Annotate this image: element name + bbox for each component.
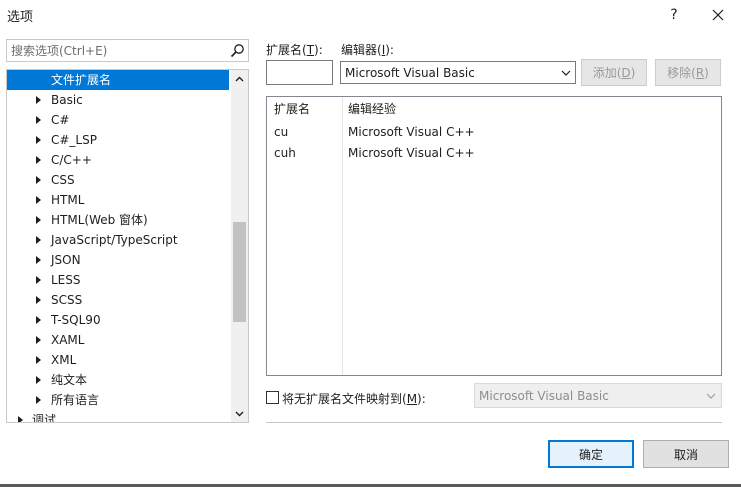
extension-list: 扩展名 编辑经验 cu Microsoft Visual C++ cuh Mic… [266,96,722,376]
column-header-editor[interactable]: 编辑经验 [348,99,396,120]
tree-item-basic[interactable]: Basic [7,90,229,110]
list-item-extension: cu [274,125,289,139]
options-tree: 文件扩展名 Basic C# C#_LSP C/C++ CSS HTML HTM… [6,69,249,423]
tree-item-javascript-typescript[interactable]: JavaScript/TypeScript [7,230,229,250]
chevron-down-icon [706,393,716,399]
map-editor-select-value: Microsoft Visual Basic [479,389,609,403]
tree-item-csharp-lsp[interactable]: C#_LSP [7,130,229,150]
map-editor-select[interactable]: Microsoft Visual Basic [474,383,722,408]
tree-item-label: HTML(Web 窗体) [51,213,148,227]
help-icon: ? [670,7,678,23]
expand-arrow-icon[interactable] [36,336,41,344]
tree-item-all-languages[interactable]: 所有语言 [7,390,229,410]
tree-item-label: HTML [51,193,85,207]
title-bar: 选项 ? [0,0,741,30]
tree-item-label: T-SQL90 [51,313,101,327]
expand-arrow-icon[interactable] [36,396,41,404]
tree-item-css[interactable]: CSS [7,170,229,190]
column-header-extension[interactable]: 扩展名 [274,99,310,120]
tree-item-tsql90[interactable]: T-SQL90 [7,310,229,330]
divider [266,422,722,423]
scroll-down-button[interactable] [231,405,248,422]
scroll-up-button[interactable] [231,70,248,87]
tree-scrollbar[interactable] [231,70,248,422]
ok-button[interactable]: 确定 [548,440,634,468]
tree-item-label: JavaScript/TypeScript [51,233,178,247]
cancel-button[interactable]: 取消 [643,440,729,468]
expand-arrow-icon[interactable] [36,276,41,284]
tree-item-label: CSS [51,173,75,187]
list-item[interactable]: cuh Microsoft Visual C++ [267,143,721,164]
search-input[interactable] [7,40,227,61]
map-extensionless-checkbox[interactable] [266,391,279,404]
tree-item-json[interactable]: JSON [7,250,229,270]
expand-arrow-icon[interactable] [36,236,41,244]
list-item-extension: cuh [274,146,296,160]
tree-item-debugging[interactable]: 调试 [7,410,229,423]
expand-arrow-icon[interactable] [36,376,41,384]
tree-item-label: 文件扩展名 [51,73,112,87]
chevron-up-icon [235,76,244,81]
tree-item-label: C/C++ [51,153,92,167]
tree-item-label: XAML [51,333,85,347]
tree-item-plain-text[interactable]: 纯文本 [7,370,229,390]
tree-item-xaml[interactable]: XAML [7,330,229,350]
expand-arrow-icon[interactable] [36,316,41,324]
extension-label: 扩展名(T): [266,43,323,57]
list-item-editor: Microsoft Visual C++ [348,125,475,139]
expand-arrow-icon[interactable] [36,256,41,264]
expand-arrow-icon[interactable] [36,296,41,304]
help-button[interactable]: ? [658,3,690,27]
tree-item-cpp[interactable]: C/C++ [7,150,229,170]
search-icon[interactable] [230,43,245,58]
tree-item-label: 纯文本 [51,373,88,387]
list-item-editor: Microsoft Visual C++ [348,146,475,160]
tree-item-label: JSON [51,253,81,267]
expand-arrow-icon[interactable] [36,196,41,204]
expand-arrow-icon[interactable] [36,216,41,224]
tree-item-less[interactable]: LESS [7,270,229,290]
tree-item-scss[interactable]: SCSS [7,290,229,310]
tree-item-label: C#_LSP [51,133,97,147]
expand-arrow-icon[interactable] [36,176,41,184]
search-box [6,39,249,62]
chevron-down-icon [235,411,244,416]
expand-arrow-icon[interactable] [36,356,41,364]
close-button[interactable] [702,3,734,27]
tree-item-html[interactable]: HTML [7,190,229,210]
expand-arrow-icon[interactable] [36,116,41,124]
editor-select[interactable]: Microsoft Visual Basic [340,61,576,84]
tree-item-label: XML [51,353,77,367]
tree-item-xml[interactable]: XML [7,350,229,370]
expand-arrow-icon[interactable] [36,136,41,144]
chevron-down-icon [561,70,571,76]
tree-list: 文件扩展名 Basic C# C#_LSP C/C++ CSS HTML HTM… [7,70,229,423]
scroll-thumb[interactable] [233,222,246,322]
remove-button[interactable]: 移除(R) [655,59,721,86]
close-icon [712,9,724,21]
tree-item-html-webforms[interactable]: HTML(Web 窗体) [7,210,229,230]
expand-arrow-icon[interactable] [18,416,23,422]
tree-item-label: SCSS [51,293,83,307]
list-item[interactable]: cu Microsoft Visual C++ [267,122,721,143]
map-extensionless-label[interactable]: 将无扩展名文件映射到(M): [282,390,426,407]
tree-item-label: LESS [51,273,81,287]
expand-arrow-icon[interactable] [36,96,41,104]
list-header: 扩展名 编辑经验 [267,99,721,120]
tree-item-csharp[interactable]: C# [7,110,229,130]
editor-select-value: Microsoft Visual Basic [345,66,475,80]
tree-item-label: Basic [51,93,83,107]
tree-item-label: C# [51,113,70,127]
extension-field[interactable] [266,60,333,85]
tree-item-file-extensions[interactable]: 文件扩展名 [7,70,229,90]
tree-item-label: 调试 [32,413,57,423]
add-button[interactable]: 添加(D) [581,59,647,86]
expand-arrow-icon[interactable] [36,156,41,164]
editor-label: 编辑器(I): [341,43,394,57]
window-title: 选项 [7,10,34,25]
tree-item-label: 所有语言 [51,393,100,407]
